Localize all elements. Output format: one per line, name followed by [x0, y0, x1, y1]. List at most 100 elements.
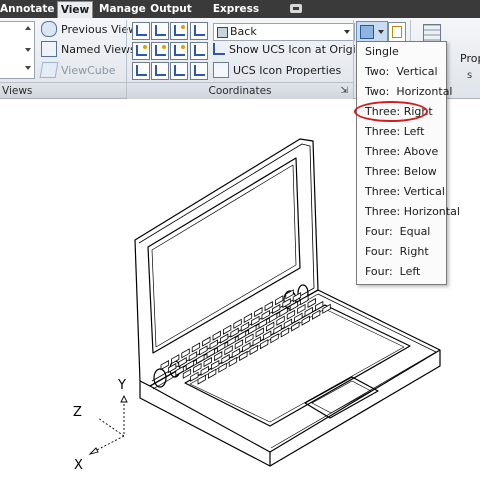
- ucs-icon: [88, 394, 128, 455]
- keyboard-key: [190, 371, 199, 382]
- ucs-icon-properties-button[interactable]: UCS Icon Properties: [213, 62, 341, 80]
- ucs-z-icon[interactable]: [170, 42, 188, 60]
- tab-annotate[interactable]: Annotate: [0, 0, 55, 18]
- scroll-up-icon[interactable]: [25, 26, 31, 30]
- keyboard-key: [304, 306, 313, 317]
- keyboard-key: [276, 315, 285, 326]
- keyboard-key: [249, 345, 258, 356]
- ucs-y-icon[interactable]: [151, 42, 169, 60]
- coordinates-panel-title-text: Coordinates: [208, 85, 272, 97]
- keyboard-key: [283, 318, 293, 329]
- chevron-down-icon: [378, 30, 384, 34]
- properties-palette-icon[interactable]: [423, 24, 441, 42]
- ucs-origin-icon[interactable]: [132, 62, 150, 80]
- keyboard-key: [200, 365, 209, 376]
- tab-output[interactable]: Output: [150, 0, 192, 18]
- named-views-label: Named Views: [61, 43, 136, 56]
- keyboard-key: [294, 312, 303, 323]
- keyboard-key: [228, 356, 238, 367]
- keyboard-key: [167, 362, 177, 374]
- viewcube-icon: [39, 62, 59, 78]
- menu-item-four-right[interactable]: Four: Right: [357, 242, 446, 262]
- ucs-apply-icon[interactable]: [190, 62, 208, 80]
- ucs-previous-icon[interactable]: [151, 22, 169, 40]
- highlight-circle-annotation: [354, 101, 428, 122]
- menu-item-three-above[interactable]: Three: Above: [357, 142, 446, 162]
- keyboard-key: [218, 362, 227, 373]
- menu-item-three-horizontal[interactable]: Three: Horizontal: [357, 202, 460, 222]
- keyboard-key: [191, 342, 201, 353]
- views-panel-title: Views: [0, 82, 126, 98]
- menu-item-single[interactable]: Single: [357, 42, 446, 62]
- tab-view[interactable]: View: [57, 1, 93, 19]
- viewports-icon: [360, 25, 374, 39]
- keyboard-key: [160, 360, 169, 371]
- keyboard-key: [221, 353, 230, 365]
- keyboard-key: [254, 306, 263, 318]
- keyboard-key: [216, 342, 226, 353]
- keyboard-key: [259, 339, 269, 350]
- ucs-face-icon[interactable]: [170, 22, 188, 40]
- viewport-configurations-button[interactable]: [356, 21, 388, 43]
- menu-item-four-equal[interactable]: Four: Equal: [357, 222, 446, 242]
- ucs-y-axis-label: Y: [117, 378, 126, 393]
- ucs-zaxis-icon[interactable]: [190, 42, 208, 60]
- ribbon-tab-bar: Annotate View Manage Output Express Tool…: [0, 0, 480, 33]
- keyboard-key: [206, 348, 215, 359]
- panel-divider: [353, 20, 354, 98]
- keyboard-key: [197, 374, 206, 385]
- tab-express-tools[interactable]: Express Tools: [201, 0, 271, 33]
- keyboard-key: [297, 303, 306, 314]
- keyboard-key: [252, 336, 261, 347]
- viewport-configurations-menu: Single Two: Vertical Two: Horizontal Thr…: [356, 41, 460, 285]
- menu-item-two-horizontal[interactable]: Two: Horizontal: [357, 82, 453, 102]
- show-ucs-icon-at-origin-button[interactable]: Show UCS Icon at Origin▼: [213, 41, 374, 59]
- keyboard-key: [279, 306, 288, 317]
- keyboard-key: [242, 342, 251, 353]
- view-cube-face-icon: [217, 27, 228, 38]
- keyboard-key: [265, 321, 275, 332]
- keyboard-key: [273, 324, 282, 335]
- named-views-button[interactable]: Named Views: [41, 41, 136, 59]
- menu-item-three-below[interactable]: Three: Below: [357, 162, 446, 182]
- named-views-icon: [41, 41, 57, 57]
- menu-item-three-vertical[interactable]: Three: Vertical: [357, 182, 446, 202]
- ucs-named-dropdown[interactable]: Back: [213, 23, 355, 41]
- properties-label[interactable]: Prop: [460, 52, 480, 65]
- keyboard-key: [258, 318, 267, 329]
- ucs-x-icon[interactable]: [132, 42, 150, 60]
- ucs-view-icon[interactable]: [170, 62, 188, 80]
- keyboard-key: [289, 300, 299, 312]
- scroll-down-icon[interactable]: [25, 48, 31, 52]
- keyboard-key: [181, 348, 190, 359]
- menu-item-four-left[interactable]: Four: Left: [357, 262, 446, 282]
- ucs-world-icon[interactable]: [132, 22, 150, 40]
- touchpad: [304, 376, 379, 419]
- palettes-label-fragment: s: [467, 70, 473, 81]
- minimize-ribbon-icon[interactable]: [290, 4, 302, 13]
- panel-launcher-icon[interactable]: ⇲: [340, 83, 348, 99]
- keyboard-key: [202, 336, 211, 347]
- show-ucs-icon-label: Show UCS Icon at Origin: [229, 43, 363, 56]
- viewcube-button[interactable]: ViewCube: [39, 62, 116, 80]
- keyboard-key: [237, 330, 247, 341]
- keyboard-key: [239, 350, 248, 362]
- chevron-down-icon: [344, 30, 350, 34]
- previous-views-button[interactable]: Previous Views: [41, 21, 143, 39]
- ucs-3point-icon[interactable]: [151, 62, 169, 80]
- keyboard-key: [212, 330, 221, 341]
- expand-icon[interactable]: [25, 66, 31, 70]
- keyboard-key: [222, 324, 232, 335]
- menu-item-two-vertical[interactable]: Two: Vertical: [357, 62, 446, 82]
- coordinates-panel-title: Coordinates ⇲: [127, 82, 353, 99]
- menu-item-three-left[interactable]: Three: Left: [357, 122, 446, 142]
- ucs-object-icon[interactable]: [190, 22, 208, 40]
- ucs-icon-properties-label: UCS Icon Properties: [233, 64, 342, 77]
- view-list-box[interactable]: [0, 21, 35, 79]
- previous-views-label: Previous Views: [61, 23, 143, 36]
- named-viewports-button[interactable]: [388, 22, 406, 42]
- keyboard-key: [178, 357, 187, 368]
- tab-manage[interactable]: Manage: [99, 0, 146, 18]
- viewcube-label: ViewCube: [61, 64, 116, 77]
- keyboard-key: [307, 297, 316, 309]
